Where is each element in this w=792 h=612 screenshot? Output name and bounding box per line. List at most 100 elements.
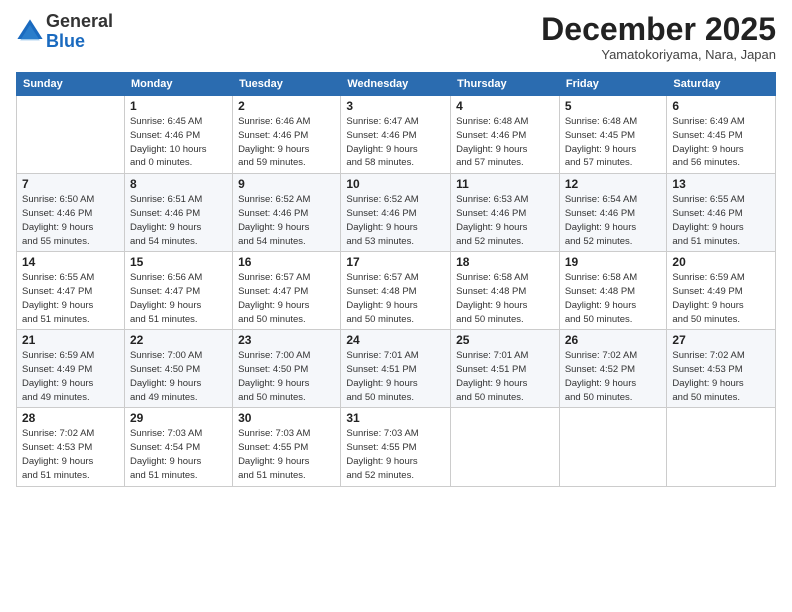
day-info: Sunrise: 6:59 AMSunset: 4:49 PMDaylight:…	[22, 349, 119, 404]
day-number: 23	[238, 333, 335, 347]
day-number: 26	[565, 333, 662, 347]
day-info: Sunrise: 7:03 AMSunset: 4:54 PMDaylight:…	[130, 427, 227, 482]
header-saturday: Saturday	[667, 73, 776, 96]
calendar-cell: 20Sunrise: 6:59 AMSunset: 4:49 PMDayligh…	[667, 252, 776, 330]
calendar-week-1: 7 Sunrise: 6:50 AMSunset: 4:46 PMDaylight…	[17, 174, 776, 252]
day-number: 18	[456, 255, 554, 269]
day-info: Sunrise: 6:51 AMSunset: 4:46 PMDaylight:…	[130, 193, 227, 248]
day-info: Sunrise: 7:01 AMSunset: 4:51 PMDaylight:…	[346, 349, 445, 404]
calendar-cell: 16 Sunrise: 6:57 AMSunset: 4:47 PMDayligh…	[233, 252, 341, 330]
day-number: 17	[346, 255, 445, 269]
day-info: Sunrise: 7:02 AMSunset: 4:53 PMDaylight:…	[22, 427, 119, 482]
calendar-cell: 12 Sunrise: 6:54 AMSunset: 4:46 PMDayligh…	[559, 174, 667, 252]
day-number: 2	[238, 99, 335, 113]
calendar-cell: 9 Sunrise: 6:52 AMSunset: 4:46 PMDaylight…	[233, 174, 341, 252]
calendar-cell: 11 Sunrise: 6:53 AMSunset: 4:46 PMDayligh…	[451, 174, 560, 252]
header-thursday: Thursday	[451, 73, 560, 96]
day-number: 29	[130, 411, 227, 425]
month-title: December 2025	[541, 12, 776, 47]
day-number: 27	[672, 333, 770, 347]
calendar-cell: 31Sunrise: 7:03 AMSunset: 4:55 PMDayligh…	[341, 408, 451, 486]
day-info: Sunrise: 6:58 AMSunset: 4:48 PMDaylight:…	[456, 271, 554, 326]
calendar-cell: 19Sunrise: 6:58 AMSunset: 4:48 PMDayligh…	[559, 252, 667, 330]
calendar-cell: 6 Sunrise: 6:49 AMSunset: 4:45 PMDaylight…	[667, 96, 776, 174]
header-tuesday: Tuesday	[233, 73, 341, 96]
calendar-week-4: 28 Sunrise: 7:02 AMSunset: 4:53 PMDayligh…	[17, 408, 776, 486]
day-number: 14	[22, 255, 119, 269]
day-number: 11	[456, 177, 554, 191]
calendar-week-0: 1 Sunrise: 6:45 AMSunset: 4:46 PMDaylight…	[17, 96, 776, 174]
day-info: Sunrise: 6:48 AMSunset: 4:45 PMDaylight:…	[565, 115, 662, 170]
header-monday: Monday	[124, 73, 232, 96]
calendar-cell: 23 Sunrise: 7:00 AMSunset: 4:50 PMDayligh…	[233, 330, 341, 408]
day-number: 6	[672, 99, 770, 113]
day-info: Sunrise: 6:57 AMSunset: 4:47 PMDaylight:…	[238, 271, 335, 326]
calendar-cell: 10 Sunrise: 6:52 AMSunset: 4:46 PMDayligh…	[341, 174, 451, 252]
day-info: Sunrise: 6:57 AMSunset: 4:48 PMDaylight:…	[346, 271, 445, 326]
day-info: Sunrise: 7:02 AMSunset: 4:52 PMDaylight:…	[565, 349, 662, 404]
calendar-cell: 1 Sunrise: 6:45 AMSunset: 4:46 PMDaylight…	[124, 96, 232, 174]
calendar-cell: 15 Sunrise: 6:56 AMSunset: 4:47 PMDayligh…	[124, 252, 232, 330]
day-number: 21	[22, 333, 119, 347]
calendar-cell: 18 Sunrise: 6:58 AMSunset: 4:48 PMDayligh…	[451, 252, 560, 330]
day-info: Sunrise: 6:55 AMSunset: 4:46 PMDaylight:…	[672, 193, 770, 248]
day-info: Sunrise: 7:00 AMSunset: 4:50 PMDaylight:…	[238, 349, 335, 404]
day-number: 28	[22, 411, 119, 425]
day-info: Sunrise: 6:52 AMSunset: 4:46 PMDaylight:…	[346, 193, 445, 248]
calendar-week-2: 14 Sunrise: 6:55 AMSunset: 4:47 PMDayligh…	[17, 252, 776, 330]
calendar-cell: 22 Sunrise: 7:00 AMSunset: 4:50 PMDayligh…	[124, 330, 232, 408]
day-number: 20	[672, 255, 770, 269]
day-info: Sunrise: 7:02 AMSunset: 4:53 PMDaylight:…	[672, 349, 770, 404]
calendar-cell: 30Sunrise: 7:03 AMSunset: 4:55 PMDayligh…	[233, 408, 341, 486]
day-number: 30	[238, 411, 335, 425]
day-number: 13	[672, 177, 770, 191]
calendar-cell: 29 Sunrise: 7:03 AMSunset: 4:54 PMDayligh…	[124, 408, 232, 486]
day-info: Sunrise: 6:50 AMSunset: 4:46 PMDaylight:…	[22, 193, 119, 248]
calendar-header-row: Sunday Monday Tuesday Wednesday Thursday…	[17, 73, 776, 96]
day-number: 16	[238, 255, 335, 269]
calendar-cell: 8 Sunrise: 6:51 AMSunset: 4:46 PMDaylight…	[124, 174, 232, 252]
header-wednesday: Wednesday	[341, 73, 451, 96]
calendar-cell: 21 Sunrise: 6:59 AMSunset: 4:49 PMDayligh…	[17, 330, 125, 408]
day-number: 7	[22, 177, 119, 191]
day-info: Sunrise: 7:01 AMSunset: 4:51 PMDaylight:…	[456, 349, 554, 404]
day-number: 12	[565, 177, 662, 191]
calendar-cell: 4Sunrise: 6:48 AMSunset: 4:46 PMDaylight…	[451, 96, 560, 174]
day-info: Sunrise: 6:54 AMSunset: 4:46 PMDaylight:…	[565, 193, 662, 248]
day-info: Sunrise: 6:52 AMSunset: 4:46 PMDaylight:…	[238, 193, 335, 248]
calendar-cell: 7 Sunrise: 6:50 AMSunset: 4:46 PMDaylight…	[17, 174, 125, 252]
calendar-cell: 14 Sunrise: 6:55 AMSunset: 4:47 PMDayligh…	[17, 252, 125, 330]
day-info: Sunrise: 6:47 AMSunset: 4:46 PMDaylight:…	[346, 115, 445, 170]
calendar-cell	[559, 408, 667, 486]
day-info: Sunrise: 7:00 AMSunset: 4:50 PMDaylight:…	[130, 349, 227, 404]
day-number: 8	[130, 177, 227, 191]
calendar-cell: 27 Sunrise: 7:02 AMSunset: 4:53 PMDayligh…	[667, 330, 776, 408]
day-info: Sunrise: 6:45 AMSunset: 4:46 PMDaylight:…	[130, 115, 227, 170]
day-info: Sunrise: 6:55 AMSunset: 4:47 PMDaylight:…	[22, 271, 119, 326]
day-number: 5	[565, 99, 662, 113]
day-number: 19	[565, 255, 662, 269]
day-info: Sunrise: 6:53 AMSunset: 4:46 PMDaylight:…	[456, 193, 554, 248]
day-number: 10	[346, 177, 445, 191]
day-number: 3	[346, 99, 445, 113]
header: General Blue December 2025 Yamatokoriyam…	[16, 12, 776, 62]
day-number: 15	[130, 255, 227, 269]
day-number: 31	[346, 411, 445, 425]
calendar-cell	[17, 96, 125, 174]
logo-general: General	[46, 11, 113, 31]
day-info: Sunrise: 6:46 AMSunset: 4:46 PMDaylight:…	[238, 115, 335, 170]
day-number: 1	[130, 99, 227, 113]
day-number: 25	[456, 333, 554, 347]
day-number: 4	[456, 99, 554, 113]
title-block: December 2025 Yamatokoriyama, Nara, Japa…	[541, 12, 776, 62]
day-number: 22	[130, 333, 227, 347]
day-number: 9	[238, 177, 335, 191]
day-info: Sunrise: 6:49 AMSunset: 4:45 PMDaylight:…	[672, 115, 770, 170]
page: General Blue December 2025 Yamatokoriyam…	[0, 0, 792, 612]
day-info: Sunrise: 6:56 AMSunset: 4:47 PMDaylight:…	[130, 271, 227, 326]
calendar-cell: 3 Sunrise: 6:47 AMSunset: 4:46 PMDaylight…	[341, 96, 451, 174]
calendar-cell: 5 Sunrise: 6:48 AMSunset: 4:45 PMDaylight…	[559, 96, 667, 174]
header-friday: Friday	[559, 73, 667, 96]
calendar-cell: 28 Sunrise: 7:02 AMSunset: 4:53 PMDayligh…	[17, 408, 125, 486]
calendar-cell: 26 Sunrise: 7:02 AMSunset: 4:52 PMDayligh…	[559, 330, 667, 408]
